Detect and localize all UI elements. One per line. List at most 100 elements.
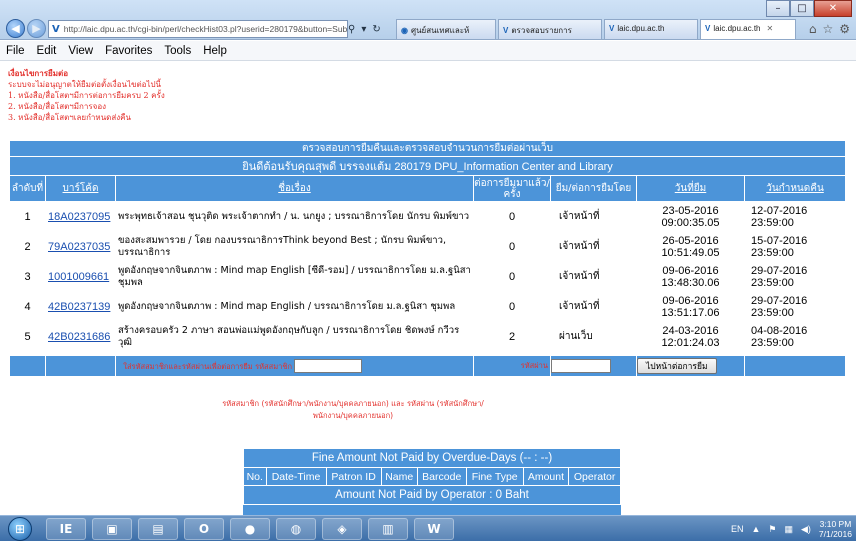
form-blank	[743, 355, 847, 377]
barcode-link[interactable]: 1001009661	[48, 271, 109, 283]
browser-tab-4-active[interactable]: Vlaic.dpu.ac.th ✕	[700, 19, 796, 39]
favorites-star-icon[interactable]: ☆	[822, 22, 833, 36]
password-field-cell	[550, 355, 637, 377]
borrow-date: 09-06-2016	[662, 294, 719, 307]
renew-count: 0	[473, 201, 551, 232]
renew-count: 0	[473, 291, 551, 322]
forward-button[interactable]: ▶	[27, 19, 46, 38]
barcode-cell: 42B0231686	[45, 321, 116, 352]
menu-tools[interactable]: Tools	[164, 45, 191, 57]
borrow-datetime: 09-06-2016 13:51:17.06	[636, 291, 745, 322]
row-number: 1	[9, 201, 46, 232]
language-indicator[interactable]: EN	[731, 524, 744, 534]
clock[interactable]: 3:10 PM 7/1/2016	[819, 519, 852, 539]
sort-borrow-date-link[interactable]: วันที่ยืม	[675, 183, 707, 194]
col-header-renew-count: ต่อการยืมมาแล้ว/ครั้ง	[473, 175, 551, 202]
start-button[interactable]: ⊞	[8, 517, 32, 541]
fine-col-fine-type: Fine Type	[465, 467, 524, 486]
page-content: เงื่อนไขการยืมต่อ ระบบจะไม่อนุญาตให้ยืมต…	[0, 62, 856, 515]
renew-form-row: ใส่รหัสสมาชิกและรหัสผ่านเพื่อต่อการยืม ร…	[9, 355, 847, 377]
dropdown-icon[interactable]: ▾	[361, 24, 366, 35]
borrow-date: 23-05-2016	[662, 204, 719, 217]
password-input[interactable]	[551, 359, 611, 373]
due-time: 23:59:00	[751, 336, 794, 349]
minimize-button[interactable]: –	[766, 0, 790, 17]
volume-icon[interactable]: ◀)	[801, 524, 811, 535]
taskbar-ie-icon[interactable]: IE	[46, 518, 86, 540]
maximize-button[interactable]: □	[790, 0, 814, 17]
taskbar-notepad-icon[interactable]: ▥	[368, 518, 408, 540]
table-row: 1 18A0237095 พระพุทธเจ้าสอน ชุนวุติด พระ…	[9, 201, 847, 232]
menu-edit[interactable]: Edit	[37, 45, 57, 57]
barcode-link[interactable]: 42B0231686	[48, 331, 110, 343]
sort-title-link[interactable]: ชื่อเรื่อง	[278, 183, 310, 194]
taskbar-media-icon[interactable]: ●	[230, 518, 270, 540]
address-url[interactable]: http://laic.dpu.ac.th/cgi-bin/perl/check…	[64, 24, 347, 34]
taskbar-word-icon[interactable]: W	[414, 518, 454, 540]
conditions-intro: ระบบจะไม่อนุญาตให้ยืมต่อตั้งเงื่อนไขต่อไ…	[8, 80, 162, 89]
barcode-cell: 18A0237095	[45, 201, 116, 232]
tab-close-icon[interactable]: ✕	[766, 24, 773, 33]
row-number: 5	[9, 321, 46, 352]
row-number: 2	[9, 231, 46, 262]
borrow-time: 09:00:35.05	[661, 216, 720, 229]
menu-help[interactable]: Help	[203, 45, 227, 57]
due-date: 29-07-2016	[751, 264, 808, 277]
taskbar-folder-icon[interactable]: ▤	[138, 518, 178, 540]
col-header-borrow-date[interactable]: วันที่ยืม	[636, 175, 745, 202]
back-button[interactable]: ◀	[6, 19, 25, 38]
due-time: 23:59:00	[751, 246, 794, 259]
menu-view[interactable]: View	[68, 45, 93, 57]
col-header-title[interactable]: ชื่อเรื่อง	[115, 175, 474, 202]
home-icon[interactable]: ⌂	[809, 22, 817, 36]
book-title: พระพุทธเจ้าสอน ชุนวุติด พระเจ้าตากทำ / น…	[115, 201, 474, 232]
fine-col-operator: Operator	[568, 467, 621, 486]
borrow-datetime: 09-06-2016 13:48:30.06	[636, 261, 745, 292]
tab-favicon-icon: V	[705, 24, 711, 33]
due-datetime: 04-08-2016 23:59:00	[743, 321, 847, 352]
renewed-by: เจ้าหน้าที่	[550, 291, 637, 322]
book-title: พูดอังกฤษจากจินตภาพ : Mind map English /…	[115, 291, 474, 322]
address-tools: ⚲ ▾ ↻	[348, 20, 381, 38]
fine-col-name: Name	[380, 467, 418, 486]
due-date: 12-07-2016	[751, 204, 808, 217]
due-time: 23:59:00	[751, 216, 794, 229]
borrow-time: 13:51:17.06	[661, 306, 720, 319]
browser-tab-1[interactable]: ◉ ศูนย์สนเทศและห้	[396, 19, 496, 39]
refresh-icon[interactable]: ↻	[372, 24, 380, 35]
browser-tab-2[interactable]: V ตรวจสอบรายการ	[498, 19, 602, 39]
clock-date: 7/1/2016	[818, 529, 852, 539]
member-field-cell: ใส่รหัสสมาชิกและรหัสผ่านเพื่อต่อการยืม ร…	[115, 355, 474, 377]
col-header-renewed-by: ยืม/ต่อการยืมโดย	[550, 175, 637, 202]
tray-arrow-icon[interactable]: ▲	[751, 524, 760, 534]
menu-favorites[interactable]: Favorites	[105, 45, 152, 57]
browser-tab-3[interactable]: Vlaic.dpu.ac.th	[604, 19, 698, 39]
fine-col-amount: Amount	[522, 467, 570, 486]
taskbar-app-icon[interactable]: ▣	[92, 518, 132, 540]
col-header-barcode[interactable]: บาร์โค้ด	[45, 175, 116, 202]
taskbar-outlook-icon[interactable]: O	[184, 518, 224, 540]
borrow-time: 12:01:24.03	[661, 336, 720, 349]
close-button[interactable]: ✕	[814, 0, 852, 17]
sort-barcode-link[interactable]: บาร์โค้ด	[63, 183, 99, 194]
taskbar-network-icon[interactable]: ◈	[322, 518, 362, 540]
barcode-link[interactable]: 79A0237035	[48, 241, 110, 253]
col-header-due-date[interactable]: วันกำหนดคืน	[743, 175, 847, 202]
sort-due-date-link[interactable]: วันกำหนดคืน	[766, 183, 824, 194]
menu-file[interactable]: File	[6, 45, 25, 57]
member-id-input[interactable]	[294, 359, 362, 373]
flag-icon[interactable]: ⚑	[768, 524, 776, 535]
address-bar[interactable]: V http://laic.dpu.ac.th/cgi-bin/perl/che…	[48, 20, 348, 38]
table-row: 2 79A0237035 ของสะสมพารวย / โดย กองบรรณา…	[9, 231, 847, 262]
settings-gear-icon[interactable]: ⚙	[839, 22, 850, 36]
go-renew-button[interactable]: ไปหน้าต่อการยืม	[637, 358, 717, 374]
network-icon[interactable]: ▦	[784, 524, 793, 535]
taskbar-firefox-icon[interactable]: ◍	[276, 518, 316, 540]
barcode-link[interactable]: 18A0237095	[48, 211, 110, 223]
fine-table: Fine Amount Not Paid by Overdue-Days (--…	[243, 448, 621, 505]
renewed-by: เจ้าหน้าที่	[550, 201, 637, 232]
book-title: ของสะสมพารวย / โดย กองบรรณาธิการThink be…	[115, 231, 474, 262]
borrow-date: 24-03-2016	[662, 324, 719, 337]
search-icon[interactable]: ⚲	[348, 24, 355, 35]
barcode-link[interactable]: 42B0237139	[48, 301, 110, 313]
